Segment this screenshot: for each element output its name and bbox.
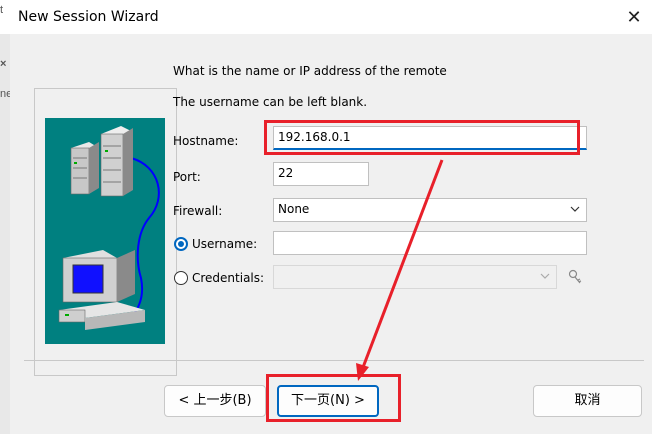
annotation-arrow (356, 159, 444, 381)
